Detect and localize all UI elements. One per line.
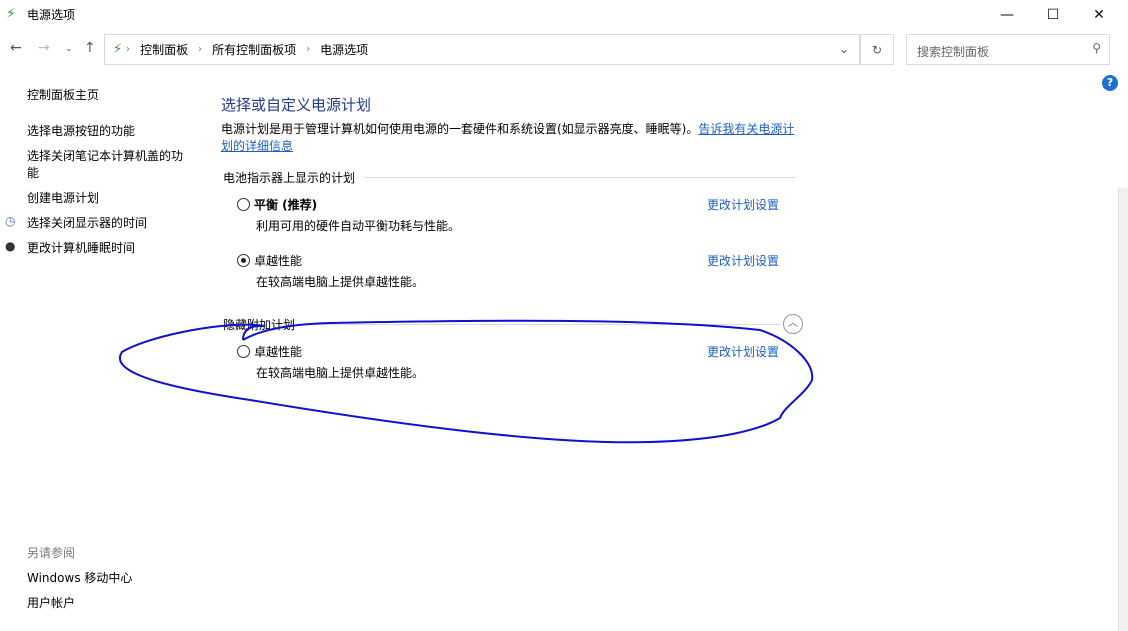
scrollbar[interactable] bbox=[1118, 188, 1128, 631]
hand-drawn-annotation bbox=[0, 0, 1128, 631]
